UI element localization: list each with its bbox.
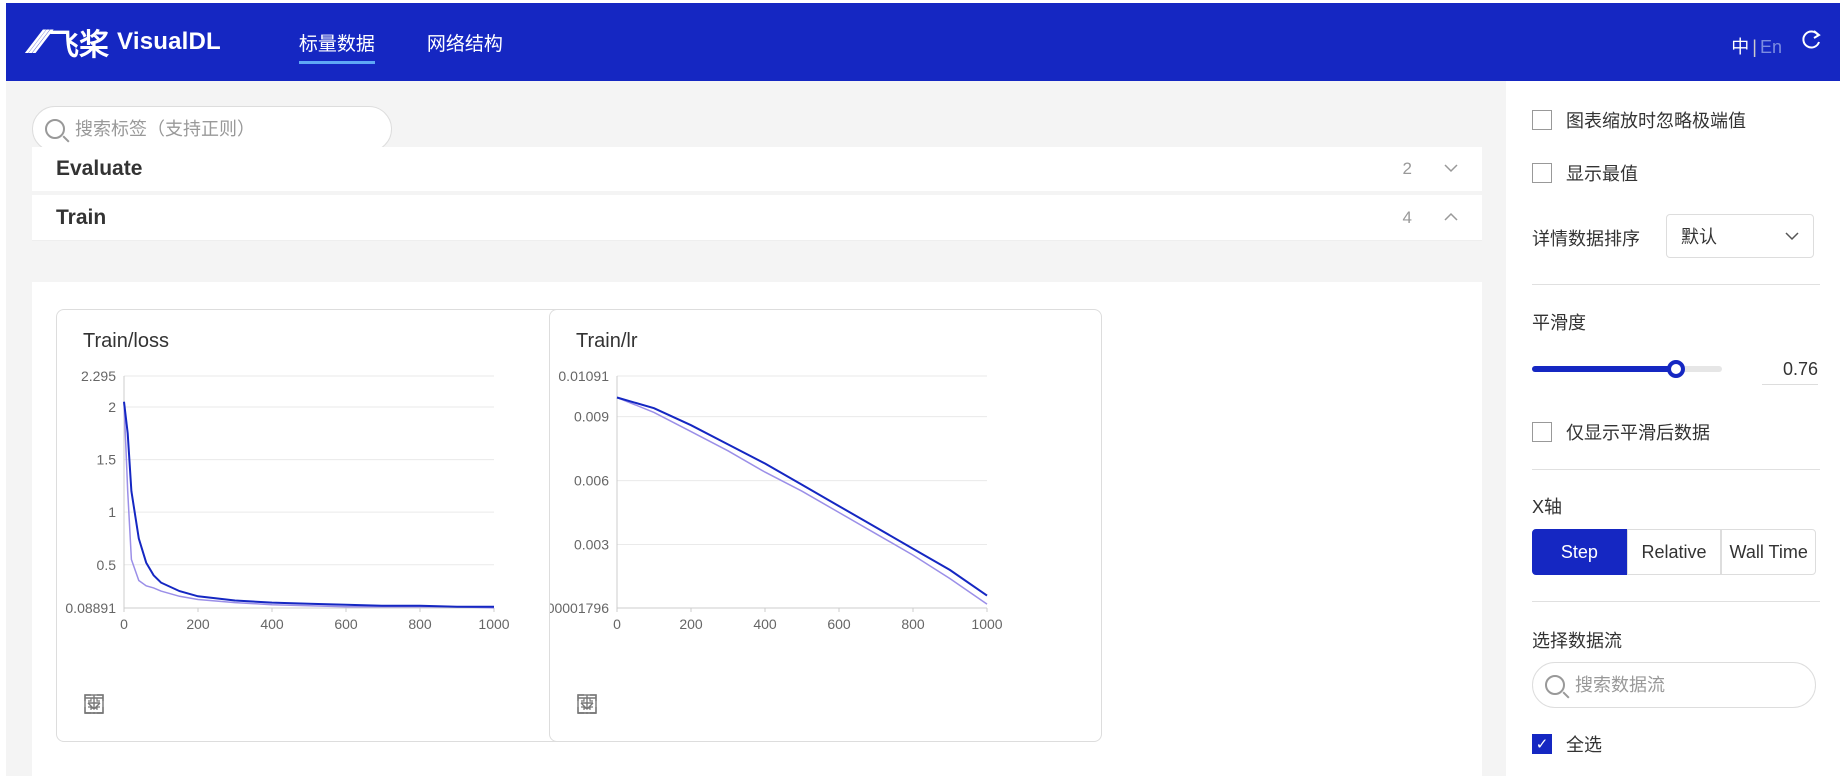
checkbox-label: 全选: [1566, 735, 1602, 755]
download-icon[interactable]: [85, 693, 229, 719]
y-tick-label: 0.006: [574, 473, 609, 489]
divider: [1532, 284, 1820, 285]
group-name: Evaluate: [56, 157, 143, 180]
line-chart-train-lr[interactable]: 0.01091 0.009 0.006 0.003 000017960 200 400 600…: [550, 310, 1103, 690]
chevron-up-icon[interactable]: [1444, 209, 1458, 227]
series-line-1: [123, 401, 494, 608]
train-charts-area: Train/loss 2.295 2 1.5 1 0.5 0.08891 0 200 400 60…: [32, 282, 1482, 776]
divider: [1532, 601, 1820, 602]
x-tick-label: 200: [186, 616, 210, 632]
x-tick-label: 1000: [478, 616, 509, 632]
checkbox-label: 显示最值: [1566, 164, 1638, 184]
stream-label: 选择数据流: [1532, 631, 1622, 651]
y-tick-label: 0.08891: [65, 600, 116, 616]
line-chart-train-loss[interactable]: 2.295 2 1.5 1 0.5 0.088910 200 400 600 800 1000: [57, 310, 610, 690]
filter-icon[interactable]: [85, 693, 189, 719]
checkbox-label: 仅显示平滑后数据: [1566, 423, 1710, 443]
restore-icon[interactable]: [84, 693, 149, 719]
search-icon: [45, 119, 65, 139]
logo-app-name: VisualDL: [117, 28, 221, 55]
nav-item-graph[interactable]: 网络结构: [427, 3, 503, 81]
only-smoothed-checkbox[interactable]: 仅显示平滑后数据: [1532, 419, 1710, 445]
group-header-evaluate[interactable]: Evaluate 2: [32, 147, 1482, 191]
select-all-checkbox[interactable]: ✓ 全选: [1532, 731, 1602, 757]
x-tick-label: 600: [827, 616, 851, 632]
series-line-0: [123, 401, 495, 609]
xaxis-walltime-button[interactable]: Wall Time: [1721, 529, 1817, 575]
logo[interactable]: ⁄⁄⁄ 飞桨 VisualDL: [32, 20, 221, 64]
top-header: ⁄⁄⁄ 飞桨 VisualDL 标量数据 网络结构 中 | En: [6, 3, 1840, 81]
slider-handle[interactable]: [1667, 360, 1686, 378]
checkbox-box[interactable]: [1532, 110, 1552, 130]
y-tick-label: 2.295: [81, 368, 116, 384]
xaxis-selector: Step Relative Wall Time: [1532, 529, 1817, 575]
download-icon[interactable]: [578, 693, 722, 719]
nav-item-scalar[interactable]: 标量数据: [298, 3, 375, 81]
y-tick-label: 1.5: [97, 452, 117, 468]
logo-feijiang: 飞桨: [49, 29, 110, 62]
ignore-outliers-checkbox[interactable]: 图表缩放时忽略极端值: [1532, 107, 1746, 133]
y-tick-label: 0.009: [574, 409, 609, 425]
smoothing-value-input[interactable]: 0.76: [1762, 351, 1818, 385]
refresh-icon[interactable]: [1800, 29, 1822, 58]
slider-fill: [1532, 366, 1677, 372]
settings-sidebar: 图表缩放时忽略极端值 显示最值 详情数据排序 默认 平滑度 0.76 仅显示平滑…: [1506, 81, 1840, 776]
tag-search[interactable]: [32, 106, 392, 152]
chart-toolbar: [83, 693, 243, 719]
x-tick-label: 600: [334, 616, 358, 632]
lang-en[interactable]: En: [1760, 37, 1782, 57]
xaxis-step-button[interactable]: Step: [1532, 529, 1627, 575]
tag-search-input[interactable]: [75, 118, 365, 140]
language-switch[interactable]: 中 | En: [1731, 33, 1782, 59]
x-tick-label: 800: [901, 616, 925, 632]
restore-icon[interactable]: [577, 693, 642, 719]
chart-card-train-lr: Train/lr 0.01091 0.009 0.006 0.003 00001796 0…: [549, 309, 1102, 742]
lang-separator: |: [1752, 37, 1757, 57]
y-tick-label: 2: [108, 399, 116, 415]
sort-label: 详情数据排序: [1532, 229, 1640, 249]
sort-select[interactable]: 默认: [1666, 214, 1814, 258]
x-tick-label: 200: [679, 616, 703, 632]
checkbox-box[interactable]: [1532, 422, 1552, 442]
y-tick-label: 0.5: [97, 557, 117, 573]
stream-search-input[interactable]: [1575, 674, 1795, 696]
main-nav: 标量数据 网络结构: [298, 3, 555, 81]
divider: [1532, 469, 1820, 470]
group-name: Train: [56, 205, 107, 229]
x-tick-label: 0: [613, 616, 621, 632]
search-icon: [1545, 675, 1565, 695]
x-tick-label: 400: [753, 616, 777, 632]
group-header-train[interactable]: Train 4: [32, 195, 1482, 241]
chart-toolbar: [576, 693, 736, 719]
smoothing-slider[interactable]: [1532, 360, 1722, 378]
checkbox-box-checked[interactable]: ✓: [1532, 734, 1552, 754]
x-tick-label: 800: [408, 616, 432, 632]
x-tick-label: 0: [120, 616, 128, 632]
group-count: 4: [1402, 207, 1412, 227]
smoothing-label: 平滑度: [1532, 313, 1586, 333]
xaxis-relative-button[interactable]: Relative: [1626, 529, 1722, 575]
xaxis-label: X轴: [1532, 497, 1563, 517]
main-content: Evaluate 2 Train 4 Train/loss 2.29521.51…: [6, 81, 1506, 776]
chart-card-train-loss: Train/loss 2.295 2 1.5 1 0.5 0.08891 0 200 400 60…: [56, 309, 609, 742]
chevron-down-icon: [1785, 229, 1799, 244]
y-tick-label: 00001796: [550, 600, 609, 616]
checkbox-box[interactable]: [1532, 163, 1552, 183]
chevron-down-icon[interactable]: [1444, 160, 1458, 178]
lang-zh[interactable]: 中: [1731, 37, 1749, 57]
x-tick-label: 1000: [971, 616, 1002, 632]
paddlepaddle-logo-mark: ⁄⁄⁄: [32, 22, 45, 61]
group-count: 2: [1402, 159, 1412, 178]
checkbox-label: 图表缩放时忽略极端值: [1566, 111, 1746, 131]
series-line-1: [616, 396, 988, 597]
stream-search[interactable]: [1532, 662, 1816, 708]
filter-icon[interactable]: [578, 693, 682, 719]
series-line-0: [616, 396, 988, 605]
show-extremes-checkbox[interactable]: 显示最值: [1532, 160, 1638, 186]
y-tick-label: 0.003: [574, 536, 609, 552]
x-tick-label: 400: [260, 616, 284, 632]
y-tick-label: 0.01091: [558, 368, 609, 384]
sort-select-value: 默认: [1681, 227, 1717, 247]
y-tick-label: 1: [108, 504, 116, 520]
